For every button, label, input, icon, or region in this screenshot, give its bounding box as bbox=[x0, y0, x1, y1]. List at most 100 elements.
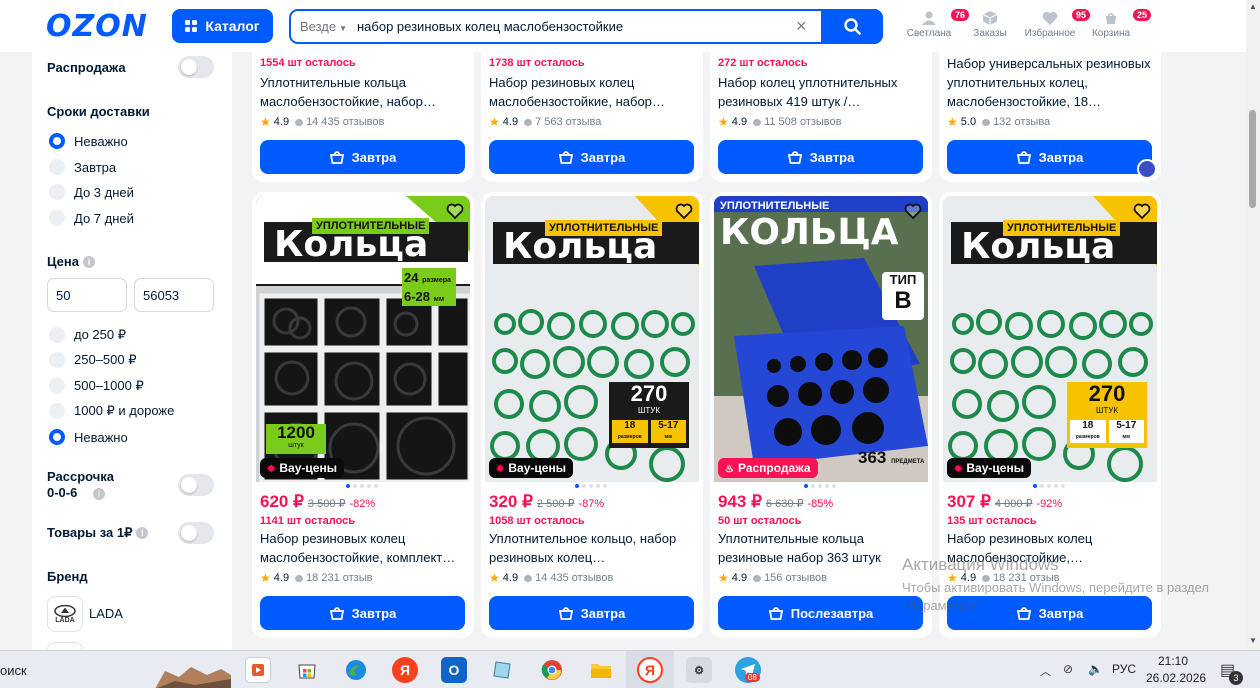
chrome-icon[interactable] bbox=[539, 657, 565, 683]
product-title[interactable]: Уплотнительные кольца маслобензостойкие,… bbox=[260, 73, 466, 111]
product-card[interactable]: уплотнительные Кольца 270 штук 18 размеро… bbox=[939, 192, 1161, 638]
product-grid: 1554 шт осталось Уплотнительные кольца м… bbox=[252, 52, 1164, 650]
product-title[interactable]: Набор резиновых колец маслобензостойкие,… bbox=[489, 73, 695, 111]
product-title[interactable]: Набор колец уплотнительных резиновых 419… bbox=[718, 73, 924, 111]
volume-icon[interactable]: 🔈 bbox=[1088, 662, 1103, 676]
price-to-input[interactable]: 56053 bbox=[134, 278, 214, 312]
add-to-cart-button[interactable]: Завтра bbox=[260, 596, 465, 630]
type-letter: В bbox=[894, 287, 912, 314]
image-pager[interactable] bbox=[575, 484, 607, 488]
sale-toggle[interactable] bbox=[178, 56, 214, 78]
scrollbar-thumb[interactable] bbox=[1249, 110, 1256, 208]
input-language[interactable]: РУС bbox=[1112, 662, 1136, 676]
orders-link[interactable]: Заказы bbox=[960, 11, 1020, 39]
control-panel-icon[interactable]: ⚙ bbox=[686, 657, 712, 683]
favorite-heart-icon[interactable] bbox=[1133, 202, 1151, 220]
product-card[interactable]: 1554 шт осталось Уплотнительные кольца м… bbox=[252, 52, 474, 182]
network-off-icon[interactable]: ⊘ bbox=[1063, 662, 1073, 676]
tray-chevron-icon[interactable]: ︿ bbox=[1040, 663, 1051, 679]
product-card[interactable]: уплотнительные кольца тип В 363 предмета … bbox=[710, 192, 932, 638]
search-input[interactable] bbox=[357, 19, 787, 34]
add-to-cart-button[interactable]: Завтра bbox=[489, 596, 694, 630]
price-option-500-1000[interactable]: 500–1000 ₽ bbox=[49, 377, 144, 395]
image-pager[interactable] bbox=[804, 484, 836, 488]
reviews-count[interactable]: 156 отзывов bbox=[764, 572, 827, 584]
profile-link[interactable]: 76 Светлана bbox=[899, 9, 970, 39]
product-image[interactable]: уплотнительные Кольца 270 штук 18 размеро… bbox=[485, 196, 699, 482]
scroll-down-icon[interactable]: ▼ bbox=[1249, 636, 1257, 645]
catalog-button[interactable]: Каталог bbox=[172, 9, 273, 43]
reviews-count[interactable]: 18 231 отзыв bbox=[306, 572, 372, 584]
product-card[interactable]: уплотнительные Кольца 270 штук 18 размеро… bbox=[481, 192, 703, 638]
price-option-1000-plus[interactable]: 1000 ₽ и дороже bbox=[49, 402, 174, 420]
delivery-option-any[interactable]: Неважно bbox=[49, 132, 128, 150]
yandex-icon[interactable]: Я bbox=[392, 657, 418, 683]
price-option-any[interactable]: Неважно bbox=[49, 428, 128, 446]
add-to-cart-button[interactable]: Завтра bbox=[489, 140, 694, 174]
scroll-up-icon[interactable]: ▲ bbox=[1249, 2, 1257, 11]
add-to-cart-button[interactable]: Завтра bbox=[947, 596, 1152, 630]
reviews-count[interactable]: 11 508 отзывов bbox=[764, 116, 841, 128]
product-card[interactable]: Набор универсальных резиновых уплотнител… bbox=[939, 52, 1161, 182]
reviews-count[interactable]: 14 435 отзывов bbox=[535, 572, 613, 584]
delivery-option-tomorrow[interactable]: Завтра bbox=[49, 158, 116, 176]
clock-time[interactable]: 21:10 bbox=[1158, 654, 1188, 668]
outlook-icon[interactable]: O bbox=[441, 657, 467, 683]
add-to-cart-button[interactable]: Завтра bbox=[260, 140, 465, 174]
delivery-option-7days[interactable]: До 7 дней bbox=[49, 209, 134, 227]
cart-link[interactable]: 25 Корзина bbox=[1081, 9, 1152, 39]
reviews-count[interactable]: 132 отзыва bbox=[993, 116, 1050, 128]
product-card[interactable]: 1738 шт осталось Набор резиновых колец м… bbox=[481, 52, 703, 182]
reviews-count[interactable]: 7 563 отзыва bbox=[535, 116, 601, 128]
image-pager[interactable] bbox=[346, 484, 378, 488]
product-card[interactable]: 272 шт осталось Набор колец уплотнительн… bbox=[710, 52, 932, 182]
product-image[interactable]: уплотнительные кольца тип В 363 предмета … bbox=[714, 196, 928, 482]
product-title[interactable]: Уплотнительное кольцо, набор резиновых к… bbox=[489, 529, 695, 567]
media-player-icon[interactable] bbox=[245, 657, 271, 683]
one-rub-toggle[interactable] bbox=[178, 522, 214, 544]
reviews-count[interactable]: 18 231 отзыв bbox=[993, 572, 1059, 584]
clock-date[interactable]: 26.02.2026 bbox=[1146, 671, 1206, 685]
favorite-heart-icon[interactable] bbox=[675, 202, 693, 220]
favorite-heart-icon[interactable] bbox=[904, 202, 922, 220]
product-card[interactable]: уплотнительные Кольца 24 размера 6-28 мм … bbox=[252, 192, 474, 638]
price-option-250-500[interactable]: 250–500 ₽ bbox=[49, 351, 137, 369]
star-icon: ★ bbox=[260, 115, 271, 129]
brand-option-lada[interactable]: LADA bbox=[89, 606, 123, 621]
image-pager[interactable] bbox=[1033, 484, 1065, 488]
search-scope-select[interactable]: Везде ▼ bbox=[300, 19, 347, 34]
file-explorer-icon[interactable] bbox=[588, 657, 614, 683]
installment-toggle[interactable] bbox=[178, 474, 214, 496]
user-icon: 76 bbox=[921, 9, 970, 25]
product-title[interactable]: Набор резиновых колец маслобензостойкие,… bbox=[260, 529, 466, 567]
price-option-under-250[interactable]: до 250 ₽ bbox=[49, 326, 126, 344]
product-image[interactable]: уплотнительные Кольца 24 размера 6-28 мм … bbox=[256, 196, 470, 482]
price-from-input[interactable]: 50 bbox=[47, 278, 127, 312]
add-to-cart-button[interactable]: Послезавтра bbox=[718, 596, 923, 630]
product-title[interactable]: Набор резиновых колец маслобензостойкие,… bbox=[947, 529, 1153, 567]
delivery-option-3days[interactable]: До 3 дней bbox=[49, 183, 134, 201]
notes-app-icon[interactable] bbox=[490, 657, 516, 683]
info-icon[interactable]: i bbox=[93, 488, 105, 500]
product-title[interactable]: Уплотнительные кольца резиновые набор 36… bbox=[718, 529, 924, 567]
add-to-cart-button[interactable]: Завтра bbox=[718, 140, 923, 174]
microsoft-store-icon[interactable] bbox=[294, 657, 320, 683]
fire-chat-icon[interactable] bbox=[1137, 159, 1157, 179]
page-scrollbar[interactable]: ▲ ▼ bbox=[1246, 0, 1260, 650]
info-icon[interactable]: i bbox=[136, 527, 149, 539]
edge-browser-icon[interactable] bbox=[343, 657, 369, 683]
taskbar-search-text[interactable]: оиск bbox=[0, 663, 27, 678]
price-block: 943 ₽6 630 ₽ -85% bbox=[718, 492, 833, 512]
ozon-logo[interactable]: OZON bbox=[46, 9, 148, 44]
option-label: 1000 ₽ и дороже bbox=[74, 403, 175, 418]
yandex-browser-icon[interactable]: Я bbox=[637, 657, 663, 683]
reviews-count[interactable]: 14 435 отзывов bbox=[306, 116, 384, 128]
info-icon[interactable]: i bbox=[82, 256, 95, 268]
clear-search-icon[interactable]: × bbox=[796, 16, 807, 37]
product-image[interactable]: уплотнительные Кольца 270 штук 18 размеро… bbox=[943, 196, 1157, 482]
add-to-cart-button[interactable]: Завтра bbox=[947, 140, 1152, 174]
favorite-heart-icon[interactable] bbox=[446, 202, 464, 220]
favorites-link[interactable]: 95 Избранное bbox=[1020, 9, 1091, 39]
search-button[interactable] bbox=[821, 9, 883, 44]
product-title[interactable]: Набор универсальных резиновых уплотнител… bbox=[947, 54, 1153, 111]
